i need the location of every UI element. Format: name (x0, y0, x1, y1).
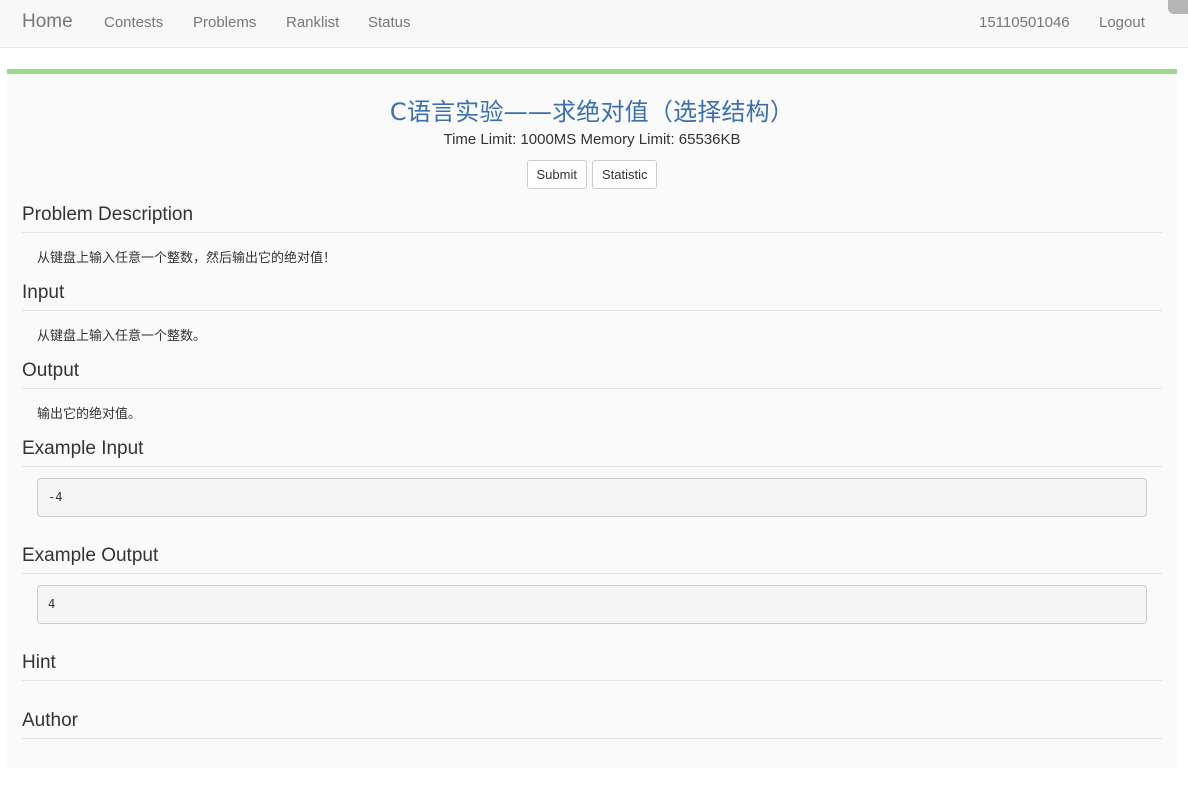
action-buttons: Submit Statistic (7, 160, 1177, 189)
example-input-heading: Example Input (22, 438, 1162, 467)
problem-title: C语言实验——求绝对值（选择结构） (389, 98, 795, 126)
hint-heading: Hint (22, 652, 1162, 681)
nav-status-link[interactable]: Status (368, 14, 411, 31)
top-navbar: Home Contests Problems Ranklist Status 1… (0, 0, 1188, 48)
statistic-button[interactable]: Statistic (591, 160, 658, 189)
author-heading: Author (22, 710, 1162, 739)
description-text: 从键盘上输入任意一个整数，然后输出它的绝对值！ (37, 251, 337, 266)
input-text: 从键盘上输入任意一个整数。 (37, 329, 207, 344)
nav-ranklist-link[interactable]: Ranklist (286, 14, 339, 31)
problem-limits: Time Limit: 1000MS Memory Limit: 65536KB (443, 131, 741, 148)
problem-panel: C语言实验——求绝对值（选择结构） Time Limit: 1000MS Mem… (7, 69, 1177, 768)
nav-logout-link[interactable]: Logout (1099, 14, 1145, 31)
submit-button[interactable]: Submit (526, 160, 587, 189)
example-output-block: 4 (37, 585, 1147, 624)
output-heading: Output (22, 360, 1162, 389)
nav-home-link[interactable]: Home (22, 11, 73, 33)
description-heading: Problem Description (22, 204, 1162, 233)
corner-tab[interactable] (1168, 0, 1188, 14)
input-heading: Input (22, 282, 1162, 311)
example-output-heading: Example Output (22, 545, 1162, 574)
nav-problems-link[interactable]: Problems (193, 14, 256, 31)
example-input-block: -4 (37, 478, 1147, 517)
nav-contests-link[interactable]: Contests (104, 14, 163, 31)
nav-user-link[interactable]: 15110501046 (979, 14, 1070, 31)
output-text: 输出它的绝对值。 (37, 407, 142, 422)
